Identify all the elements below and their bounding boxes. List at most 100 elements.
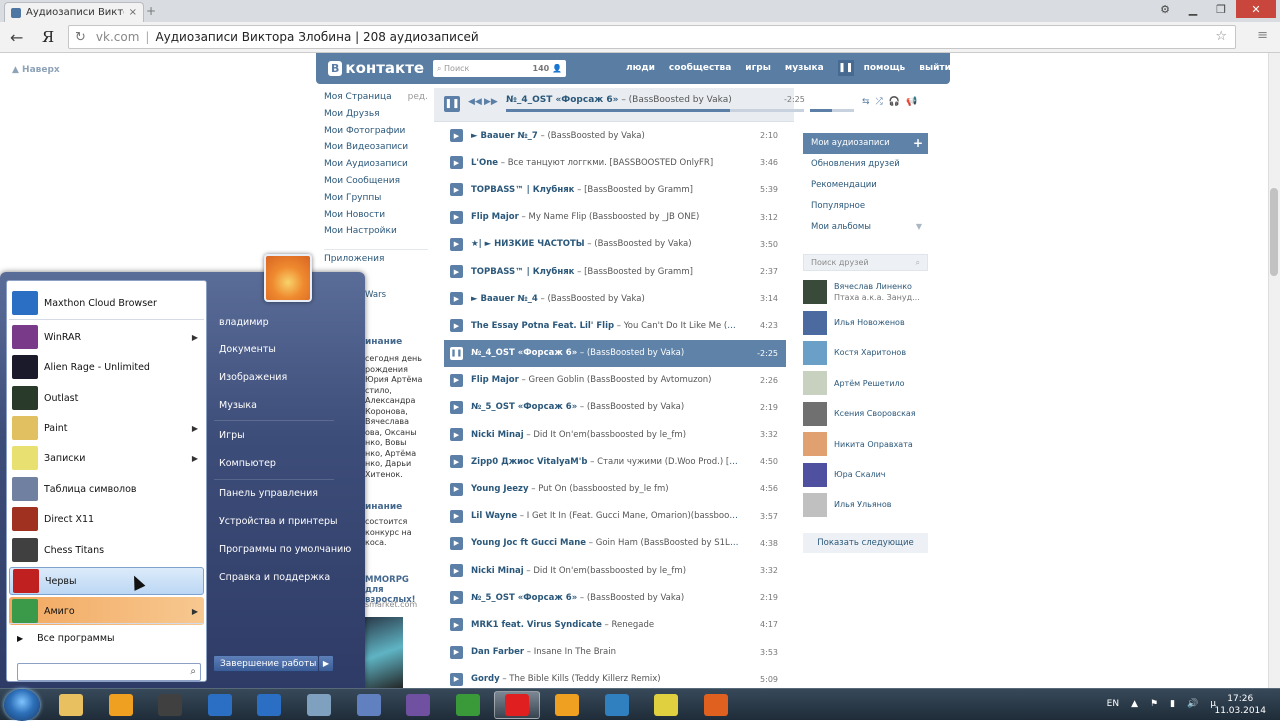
language-indicator[interactable]: EN	[1107, 699, 1119, 709]
friend-name[interactable]: Илья Новоженов	[834, 317, 905, 328]
tray-arrow-icon[interactable]: ▲	[1131, 699, 1138, 709]
browser-tab[interactable]: Аудиозаписи Виктора ×	[4, 2, 144, 22]
right-my-albums[interactable]: Мои альбомы ▼	[803, 216, 928, 237]
page-scrollbar[interactable]	[1268, 53, 1280, 688]
friend-name[interactable]: Ксения Своровская	[834, 408, 916, 419]
edit-link[interactable]: ред.	[408, 92, 428, 102]
menu-apps[interactable]: Приложения	[324, 249, 428, 266]
tab-close-icon[interactable]: ×	[129, 7, 137, 18]
shuffle-icon[interactable]: ⤮	[876, 97, 883, 107]
track-row[interactable]: ❚❚ №_4_OST «Форсаж 6» – (BassBoosted by V…	[444, 339, 786, 367]
start-right-item[interactable]: Программы по умолчанию	[219, 544, 351, 555]
menu-my-friends[interactable]: Мои Друзья	[324, 109, 428, 126]
play-icon[interactable]: ▶	[450, 618, 463, 632]
ad-image[interactable]	[365, 617, 403, 688]
start-program-item[interactable]: Таблица символов	[9, 475, 204, 503]
repeat-icon[interactable]: ⇆	[862, 97, 870, 107]
start-program-item[interactable]: Maxthon Cloud Browser	[9, 289, 204, 317]
right-recommendations[interactable]: Рекомендации	[803, 175, 928, 196]
taskbar-button[interactable]	[197, 691, 243, 719]
start-right-item[interactable]: Документы	[219, 344, 276, 355]
friend-name[interactable]: Юра Скалич	[834, 469, 886, 480]
play-icon[interactable]: ▶	[450, 265, 463, 279]
track-row[interactable]: ▶ Nicki Minaj – Did It On'em(bassboosted …	[444, 421, 786, 448]
start-program-item[interactable]: Paint ▶	[9, 414, 204, 442]
track-row[interactable]: ▶ L'One – Все танцуют логгкми. [BASSBOOST…	[444, 149, 786, 176]
play-icon[interactable]: ▶	[450, 156, 463, 170]
start-right-item[interactable]: владимир	[219, 317, 269, 328]
start-program-item[interactable]: Alien Rage - Unlimited	[9, 353, 204, 381]
track-row[interactable]: ▶ ► Baauer №_4 – (BassBoosted by Vaka) 3:1…	[444, 285, 786, 312]
minimize-icon[interactable]: ▁	[1180, 0, 1206, 18]
shutdown-options-arrow-icon[interactable]: ▶	[318, 655, 334, 672]
show-more-button[interactable]: Показать следующие	[803, 533, 928, 553]
nav-people[interactable]: люди	[626, 63, 655, 76]
avatar[interactable]	[803, 401, 827, 426]
play-icon[interactable]: ▶	[450, 319, 463, 333]
track-row[interactable]: ▶ ► Baauer №_7 – (BassBoosted by Vaka) 2:1…	[444, 122, 786, 149]
nav-communities[interactable]: сообщества	[669, 63, 731, 76]
taskbar-button[interactable]	[48, 691, 94, 719]
previous-track-icon[interactable]: ◀◀	[468, 97, 482, 107]
taskbar-button[interactable]	[643, 691, 689, 719]
start-search-input[interactable]: ⌕	[17, 663, 201, 681]
avatar[interactable]	[803, 340, 827, 365]
network-icon[interactable]: ▮	[1170, 699, 1175, 709]
scrollbar-thumb[interactable]	[1270, 188, 1278, 276]
track-row[interactable]: ▶ №_5_OST «Форсаж 6» – (BassBoosted by Va…	[444, 394, 786, 421]
friend-name[interactable]: Костя Харитонов	[834, 347, 906, 358]
play-icon[interactable]: ▶	[450, 129, 463, 143]
bookmark-star-icon[interactable]: ☆	[1215, 29, 1227, 44]
volume-icon[interactable]: 🔊	[1187, 699, 1198, 709]
track-row[interactable]: ▶ Dan Farber – Insane In The Brain 3:53	[444, 639, 786, 666]
right-friends-updates[interactable]: Обновления друзей	[803, 154, 928, 175]
track-row[interactable]: ▶ MRK1 feat. Virus Syndicate – Renegade 4:…	[444, 611, 786, 638]
start-right-item[interactable]: Музыка	[219, 400, 257, 411]
maximize-icon[interactable]: ❐	[1208, 0, 1234, 18]
progress-bar[interactable]	[506, 109, 804, 112]
start-right-item[interactable]: Справка и поддержка	[219, 572, 330, 583]
avatar[interactable]	[803, 371, 827, 396]
taskbar-button[interactable]	[246, 691, 292, 719]
nav-games[interactable]: игры	[745, 63, 771, 76]
all-programs-button[interactable]: ▶ Все программы	[17, 633, 115, 644]
start-program-item[interactable]: WinRAR ▶	[9, 323, 204, 351]
volume-slider[interactable]	[810, 109, 854, 112]
taskbar-button[interactable]	[147, 691, 193, 719]
start-orb-icon[interactable]	[4, 689, 40, 721]
play-icon[interactable]: ▶	[450, 183, 463, 197]
next-track-icon[interactable]: ▶▶	[484, 97, 498, 107]
broadcast-icon[interactable]: 📢	[906, 97, 917, 107]
omnibox[interactable]: ↻ vk.com | Аудиозаписи Виктора Злобина |…	[68, 25, 1236, 49]
friend-name[interactable]: Илья Ульянов	[834, 499, 892, 510]
flag-icon[interactable]: ⚑	[1150, 699, 1158, 709]
app-link-partial[interactable]: Wars	[365, 290, 386, 300]
track-row[interactable]: ▶ Flip Major – My Name Flip (Bassboosted …	[444, 204, 786, 231]
taskbar-button[interactable]	[395, 691, 441, 719]
track-row[interactable]: ▶ TOPBASS™ | Клубняк – [BassBoosted by Gr…	[444, 258, 786, 285]
taskbar-button[interactable]	[98, 691, 144, 719]
player-pause-button[interactable]: ❚❚	[444, 96, 460, 112]
start-program-item[interactable]: Chess Titans	[9, 536, 204, 564]
taskbar-button[interactable]	[693, 691, 739, 719]
play-icon[interactable]: ▶	[450, 564, 463, 578]
browser-menu-icon[interactable]: ≡	[1257, 28, 1268, 43]
play-icon[interactable]: ▶	[450, 400, 463, 414]
menu-my-photos[interactable]: Мои Фотографии	[324, 126, 428, 143]
pause-icon[interactable]: ❚❚	[450, 346, 463, 360]
menu-my-news[interactable]: Мои Новости	[324, 210, 428, 227]
avatar[interactable]	[803, 432, 827, 457]
friend-item[interactable]: Артём Решетило	[803, 368, 928, 398]
friend-item[interactable]: Никита Оправхата	[803, 429, 928, 459]
headphones-icon[interactable]: 🎧	[889, 97, 900, 107]
play-icon[interactable]: ▶	[450, 536, 463, 550]
start-program-item[interactable]: Амиго ▶	[9, 597, 204, 625]
friend-name[interactable]: Артём Решетило	[834, 378, 905, 389]
start-right-item[interactable]: Компьютер	[219, 458, 276, 469]
avatar[interactable]	[803, 310, 827, 335]
friend-item[interactable]: Ксения Своровская	[803, 399, 928, 429]
start-program-item[interactable]: Червы	[9, 567, 204, 595]
menu-my-audio[interactable]: Мои Аудиозаписи	[324, 159, 428, 176]
start-right-item[interactable]: Изображения	[219, 372, 287, 383]
start-program-item[interactable]: Outlast	[9, 384, 204, 412]
